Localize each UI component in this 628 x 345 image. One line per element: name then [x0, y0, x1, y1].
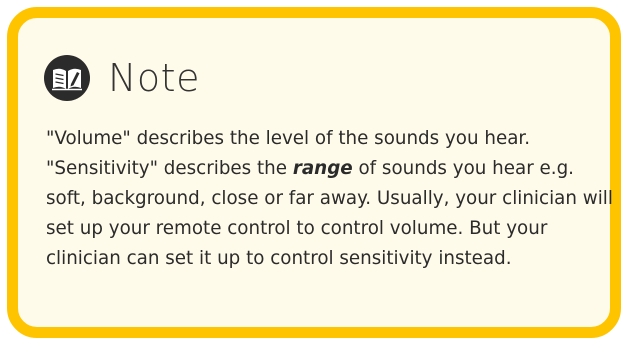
note-emphasis: range: [292, 158, 353, 179]
note-header: Note: [44, 55, 200, 101]
note-title: Note: [108, 56, 200, 100]
book-icon: [44, 55, 90, 101]
note-box: Note "Volume" describes the level of the…: [7, 7, 621, 338]
note-body: "Volume" describes the level of the soun…: [46, 124, 618, 274]
